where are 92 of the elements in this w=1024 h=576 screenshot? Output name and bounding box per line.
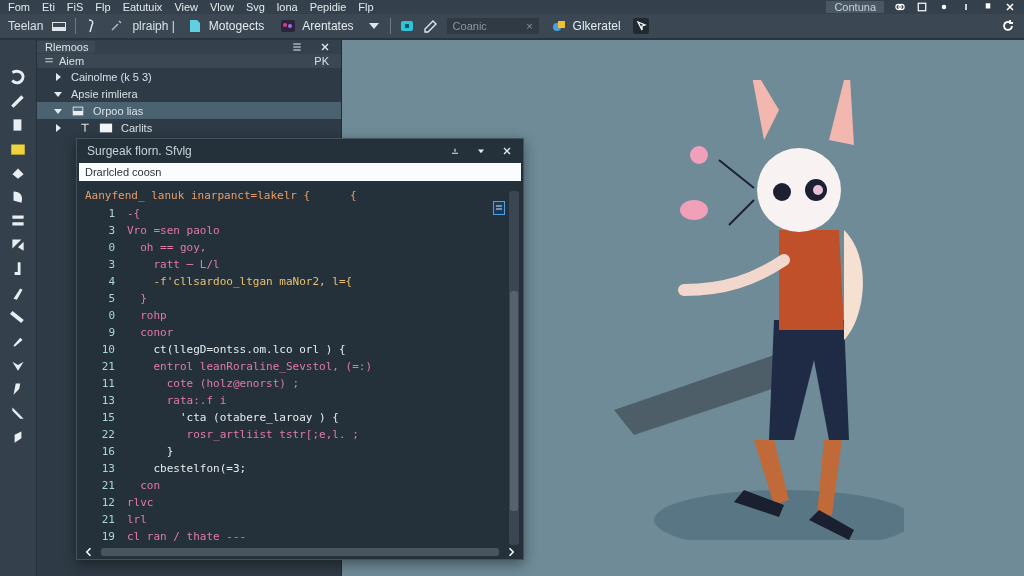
code-line: Vro =sen paolo <box>127 222 220 239</box>
pointer-icon[interactable] <box>632 18 649 34</box>
menu-item[interactable]: Eti <box>42 0 67 14</box>
line-number: 10 <box>100 341 116 358</box>
line-number: 11 <box>100 375 116 392</box>
line-number: 3 <box>107 256 116 273</box>
horizontal-scrollbar[interactable] <box>101 547 499 556</box>
menu-item[interactable]: Pepidie <box>309 0 359 14</box>
code-line: ct(llegD=ontss.om.lco orl ) { <box>152 341 346 358</box>
line-number: 1 <box>107 205 116 222</box>
menu-item[interactable]: FiS <box>66 0 96 14</box>
collapsed-arrow-icon[interactable] <box>53 122 63 133</box>
menu-item[interactable]: Vlow <box>210 0 246 14</box>
frame-icon[interactable] <box>398 18 415 34</box>
code-line: -f'cllsardoo_ltgan maNor2, l={ <box>152 273 353 290</box>
menu-item[interactable]: Eatutuix <box>122 0 175 14</box>
close-icon[interactable] <box>1004 1 1016 13</box>
menu-item[interactable]: Svg <box>245 0 277 14</box>
input-field[interactable]: Drarlcled coosn <box>79 163 521 181</box>
code-line: oh == goy, <box>139 239 207 256</box>
line-number: 21 <box>100 511 116 528</box>
line-number: 15 <box>100 409 116 426</box>
toolbar-label: Teelan <box>8 19 44 33</box>
code-line: con <box>139 477 161 494</box>
copy-icon[interactable] <box>493 200 505 215</box>
layer-row[interactable]: Apsie rimliera <box>37 85 341 102</box>
code-line: cote (holz@enorst) ; <box>165 375 300 392</box>
code-line: conor <box>139 324 174 341</box>
collapsed-arrow-icon[interactable] <box>53 71 63 82</box>
menu-item[interactable]: lona <box>276 0 310 14</box>
code-line: ratt ─ L/l <box>152 256 220 273</box>
code-line: 'cta (otabere_laroay ) { <box>178 409 339 426</box>
shapes-icon[interactable] <box>550 18 567 34</box>
close-icon[interactable] <box>319 41 331 53</box>
code-line: rata:.f i <box>165 392 227 409</box>
clear-icon[interactable]: × <box>526 20 533 32</box>
code-line: Aanyfend_ lanuk inarpanct=lakelr { { <box>84 187 357 204</box>
swirl-icon[interactable] <box>9 68 27 86</box>
line-number: 4 <box>107 273 116 290</box>
search-field[interactable]: Coanic × <box>446 18 539 34</box>
layer-row[interactable]: Orpoo lias <box>37 102 341 119</box>
code-line: rlvc <box>127 494 154 511</box>
line-number: 16 <box>100 443 116 460</box>
code-line: lrl <box>127 511 147 528</box>
menu-icon[interactable] <box>291 41 303 53</box>
menu-item[interactable]: Flp <box>358 0 386 14</box>
line-number: 0 <box>107 307 116 324</box>
line-number: 22 <box>100 426 116 443</box>
window-title: Surgeak florn. Sfvlg <box>87 144 193 158</box>
mode-label: plraiph | <box>132 19 175 33</box>
refresh-icon[interactable] <box>1000 18 1016 34</box>
layer-row[interactable]: Carlits <box>37 119 341 136</box>
menu-item[interactable]: Fom <box>8 0 42 14</box>
objects-button[interactable]: Motogects <box>182 18 269 34</box>
line-number: 0 <box>107 239 116 256</box>
code-line: } <box>139 290 147 307</box>
code-line: entrol leanRoraline_Sevstol, (=:) <box>152 358 373 375</box>
line-number: 21 <box>100 477 116 494</box>
pencil-icon[interactable] <box>9 92 27 110</box>
panel-tab[interactable]: Rlemoos <box>37 41 95 53</box>
line-number: 21 <box>100 358 116 375</box>
edit-icon[interactable] <box>422 18 439 34</box>
line-number: 12 <box>100 494 116 511</box>
link-icon[interactable] <box>894 1 906 13</box>
line-number: 3 <box>107 222 116 239</box>
panel-header-label: PK <box>314 55 329 67</box>
close-icon[interactable] <box>501 145 513 157</box>
layer-name: Cainolme (k 5 3) <box>71 70 152 83</box>
code-line: cl ran / thate --- <box>127 528 247 545</box>
code-line: rohp <box>139 307 167 324</box>
line-number: 19 <box>100 528 116 545</box>
panel-header: Aiem <box>59 55 85 67</box>
layer-name: Carlits <box>121 121 153 134</box>
code-line: rosr_artliist tstr[;e,l. ; <box>185 426 359 443</box>
menu-item[interactable]: Flp <box>95 0 123 14</box>
code-line: } <box>165 443 174 460</box>
text-tool-icon[interactable] <box>79 121 91 134</box>
layer-row[interactable]: Cainolme (k 5 3) <box>37 68 341 85</box>
animate-button[interactable]: Arentates <box>276 18 358 34</box>
generate-button[interactable]: Glkeratel <box>546 18 625 34</box>
menu-item[interactable]: View <box>174 0 211 14</box>
layer-name: Apsie rimliera <box>71 87 138 100</box>
palette-icon[interactable] <box>280 18 297 34</box>
line-number: 5 <box>107 290 116 307</box>
code-line: -{ <box>127 205 141 222</box>
scrollbar[interactable] <box>509 190 519 545</box>
line-number: 9 <box>107 324 116 341</box>
layer-name: Orpoo lias <box>93 104 144 117</box>
code-line: cbestelfon(=3; <box>152 460 247 477</box>
menu-button[interactable]: Contuna <box>826 1 884 13</box>
line-number: 13 <box>100 460 116 477</box>
line-number: 13 <box>100 392 116 409</box>
